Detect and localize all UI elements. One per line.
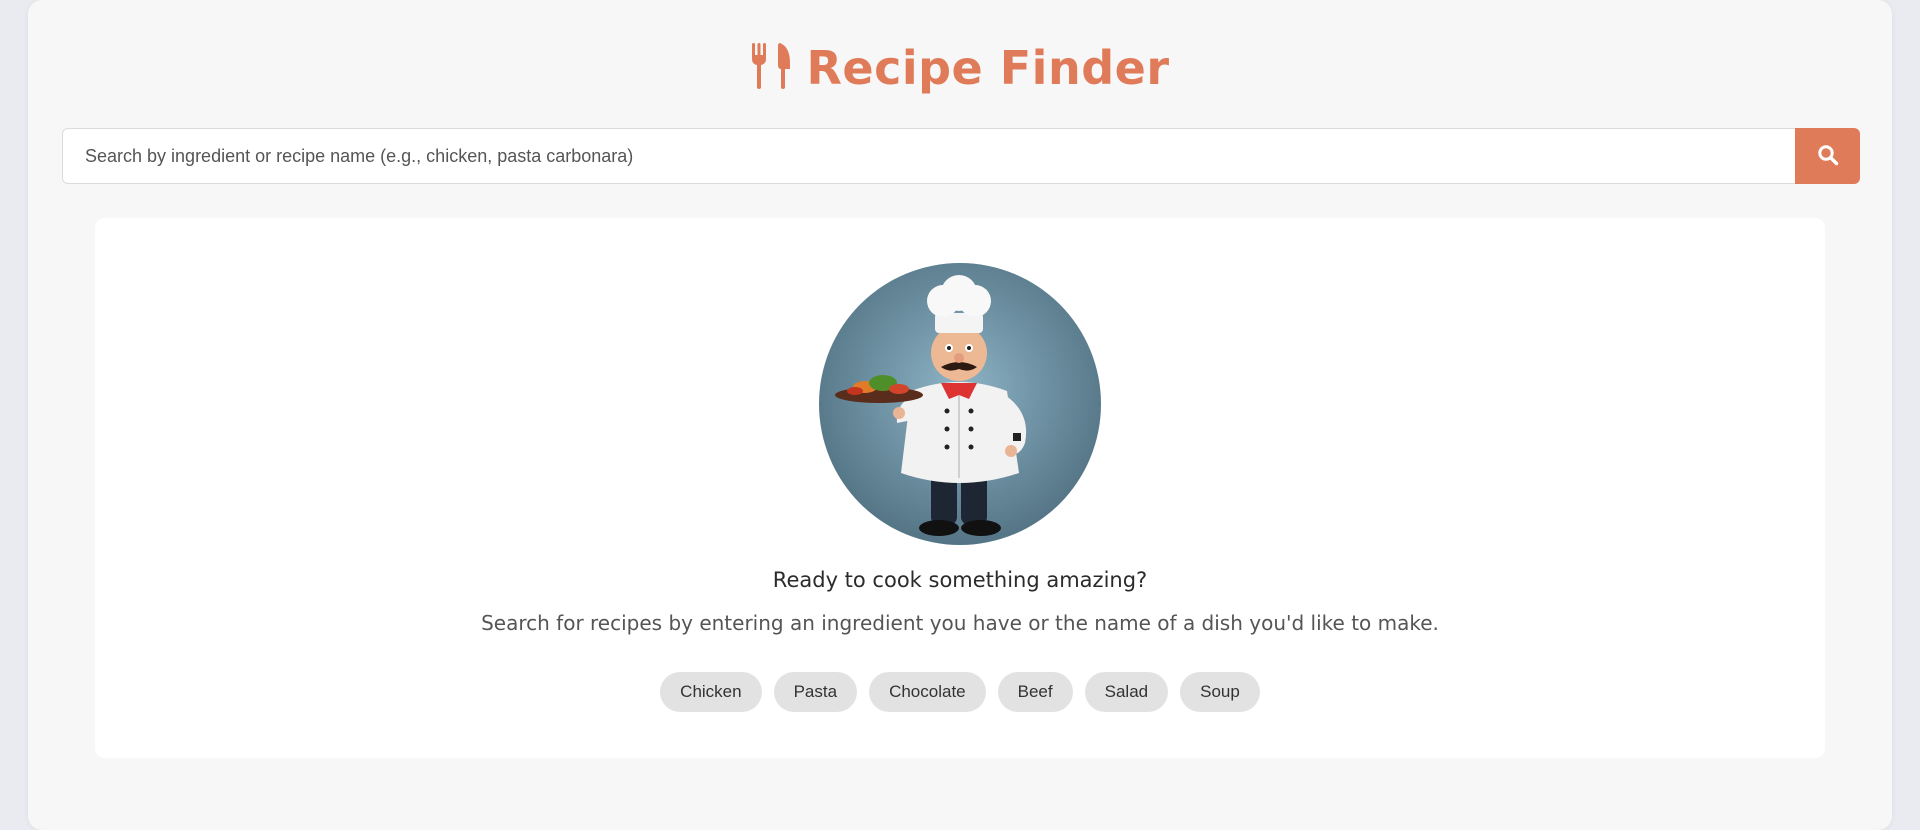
app-title: Recipe Finder xyxy=(806,41,1170,95)
chef-illustration xyxy=(819,263,1101,545)
search-bar xyxy=(62,128,1860,184)
suggestion-chip-salad[interactable]: Salad xyxy=(1084,672,1169,712)
search-button[interactable] xyxy=(1795,128,1860,184)
suggestion-chip-chocolate[interactable]: Chocolate xyxy=(869,672,986,712)
utensils-icon xyxy=(750,43,792,93)
welcome-heading: Ready to cook something amazing? xyxy=(772,568,1148,592)
suggestion-chip-chicken[interactable]: Chicken xyxy=(660,672,762,712)
app-container: Recipe Finder Search by ingredient or re… xyxy=(28,0,1892,830)
suggestion-chip-beef[interactable]: Beef xyxy=(997,672,1073,712)
welcome-text: Search for recipes by entering an ingred… xyxy=(481,611,1439,635)
suggestion-chip-pasta[interactable]: Pasta xyxy=(773,672,858,712)
search-icon xyxy=(1817,144,1839,169)
search-input[interactable] xyxy=(62,128,1795,184)
suggestion-chips: Chicken Pasta Chocolate Beef Salad Soup xyxy=(95,672,1825,712)
welcome-card: Ready to cook something amazing? Search … xyxy=(95,218,1825,758)
app-header: Recipe Finder xyxy=(28,38,1892,98)
suggestion-chip-soup[interactable]: Soup xyxy=(1180,672,1260,712)
